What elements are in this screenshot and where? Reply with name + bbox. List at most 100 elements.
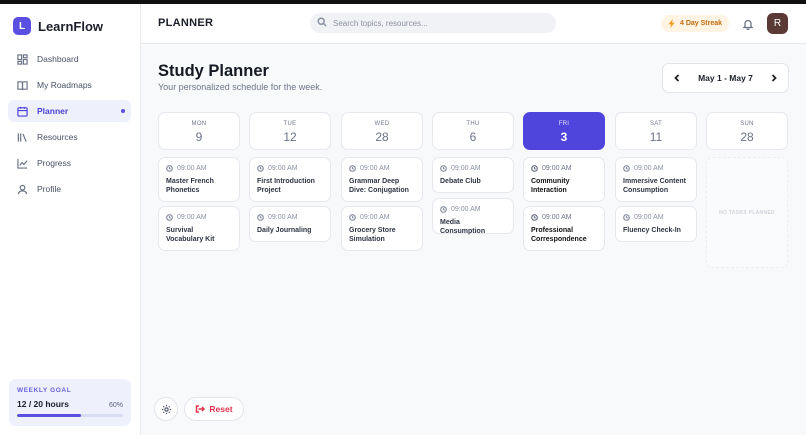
day-date: 28 — [375, 130, 389, 144]
calendar-icon — [16, 105, 28, 117]
day-date: 6 — [469, 130, 477, 144]
day-header-fri[interactable]: FRI 3 — [523, 112, 605, 150]
sidebar-item-label: Profile — [37, 184, 62, 194]
sidebar-item-resources[interactable]: Resources — [8, 126, 131, 148]
page-header-title: PLANNER — [158, 17, 214, 29]
day-header-wed[interactable]: WED 28 — [341, 112, 423, 150]
page-subtitle: Your personalized schedule for the week. — [158, 82, 323, 92]
chevron-right-icon — [771, 74, 777, 82]
day-header-tue[interactable]: TUE 12 — [249, 112, 331, 150]
task-title: Grocery Store Simulation — [349, 227, 396, 243]
task-card[interactable]: 09:00 AM Community Interaction — [523, 157, 605, 202]
clock-icon — [531, 165, 538, 172]
prev-week-button[interactable] — [672, 73, 682, 83]
task-time: 09:00 AM — [360, 165, 390, 172]
task-card[interactable]: 09:00 AM Professional Correspondence — [523, 206, 605, 251]
clock-icon — [349, 214, 356, 221]
clock-icon — [349, 165, 356, 172]
weekly-goal-hours: 12 / 20 hours — [17, 399, 69, 409]
day-header-sun[interactable]: SUN 28 — [706, 112, 788, 150]
day-name: WED — [374, 121, 390, 127]
weekly-goal-card: WEEKLY GOAL 12 / 20 hours 60% — [9, 379, 131, 426]
brand-name: LearnFlow — [38, 18, 104, 34]
brand-logo: L — [13, 17, 31, 35]
day-date: 12 — [283, 130, 297, 144]
task-card[interactable]: 09:00 AM Immersive Content Consumption — [615, 157, 697, 202]
task-title: Survival Vocabulary Kit — [166, 227, 215, 243]
gear-icon — [161, 404, 171, 414]
clock-icon — [166, 214, 173, 221]
search-bar[interactable] — [310, 13, 556, 33]
sidebar-item-label: Dashboard — [37, 54, 79, 64]
clock-icon — [623, 165, 630, 172]
avatar[interactable]: R — [767, 13, 788, 34]
week-range-label: May 1 - May 7 — [698, 73, 753, 83]
next-week-button[interactable] — [769, 73, 779, 83]
task-card[interactable]: 09:00 AM Grocery Store Simulation — [341, 206, 423, 251]
clock-icon — [531, 214, 538, 221]
active-indicator-dot — [121, 109, 125, 113]
sidebar-item-my-roadmaps[interactable]: My Roadmaps — [8, 74, 131, 96]
task-card[interactable]: 09:00 AM First Introduction Project — [249, 157, 331, 202]
page-title: Study Planner — [158, 62, 269, 80]
weekly-goal-percent: 60% — [108, 402, 123, 409]
task-card[interactable]: 09:00 AM Fluency Check-In — [615, 206, 697, 242]
sidebar-item-label: My Roadmaps — [37, 80, 92, 90]
task-card[interactable]: 09:00 AM Media Consumption — [432, 198, 514, 235]
task-time: 09:00 AM — [634, 214, 664, 221]
task-card[interactable]: 09:00 AM Daily Journaling — [249, 206, 331, 242]
day-header-mon[interactable]: MON 9 — [158, 112, 240, 150]
day-header-sat[interactable]: SAT 11 — [615, 112, 697, 150]
notifications-bell-icon[interactable] — [742, 17, 754, 31]
task-time: 09:00 AM — [542, 214, 572, 221]
task-time: 09:00 AM — [542, 165, 572, 172]
brand[interactable]: L LearnFlow — [13, 17, 103, 35]
task-title: Debate Club — [440, 178, 481, 185]
sidebar-item-label: Progress — [37, 158, 72, 168]
task-time: 09:00 AM — [268, 214, 298, 221]
task-card[interactable]: 09:00 AM Survival Vocabulary Kit — [158, 206, 240, 251]
clock-icon — [166, 165, 173, 172]
settings-button[interactable] — [154, 397, 178, 421]
task-time: 09:00 AM — [360, 214, 390, 221]
dashboard-icon — [16, 53, 28, 65]
header: PLANNER 4 Day Streak R — [141, 4, 806, 44]
reset-button[interactable]: Reset — [184, 397, 244, 421]
weekly-goal-title: WEEKLY GOAL — [17, 387, 72, 394]
clock-icon — [440, 206, 447, 213]
weekly-goal-progress-fill — [17, 414, 81, 417]
clock-icon — [440, 165, 447, 172]
task-card[interactable]: 09:00 AM Master French Phonetics — [158, 157, 240, 202]
day-date: 9 — [195, 130, 203, 144]
day-name: SAT — [649, 121, 663, 127]
weekly-goal-progress-bar — [17, 414, 123, 417]
week-navigator: May 1 - May 7 — [662, 63, 789, 93]
clock-icon — [257, 165, 264, 172]
reset-label: Reset — [209, 404, 233, 414]
day-name: MON — [191, 121, 207, 127]
day-date: 28 — [740, 130, 754, 144]
task-title: Grammar Deep Dive: Conjugation — [349, 178, 409, 194]
sidebar-item-profile[interactable]: Profile — [8, 178, 131, 200]
task-title: Community Interaction — [531, 178, 570, 194]
search-icon — [317, 14, 327, 32]
book-icon — [16, 79, 28, 91]
streak-badge: 4 Day Streak — [661, 15, 730, 32]
sidebar-item-planner[interactable]: Planner — [8, 100, 131, 122]
sidebar-item-dashboard[interactable]: Dashboard — [8, 48, 131, 70]
streak-label: 4 Day Streak — [680, 20, 723, 27]
task-card[interactable]: 09:00 AM Grammar Deep Dive: Conjugation — [341, 157, 423, 202]
sidebar: L LearnFlow Dashboard My Roadmaps Planne… — [0, 4, 141, 435]
day-name: TUE — [283, 121, 297, 127]
task-title: Immersive Content Consumption — [623, 178, 687, 194]
task-time: 09:00 AM — [177, 214, 207, 221]
task-card[interactable]: 09:00 AM Debate Club — [432, 157, 514, 193]
chevron-left-icon — [674, 74, 680, 82]
empty-day-placeholder: NO TASKS PLANNED — [706, 157, 788, 268]
logout-icon — [196, 405, 206, 413]
day-header-thu[interactable]: THU 6 — [432, 112, 514, 150]
sidebar-item-progress[interactable]: Progress — [8, 152, 131, 174]
lightning-icon — [668, 19, 675, 28]
task-title: Fluency Check-In — [623, 227, 681, 234]
search-input[interactable] — [333, 18, 543, 28]
